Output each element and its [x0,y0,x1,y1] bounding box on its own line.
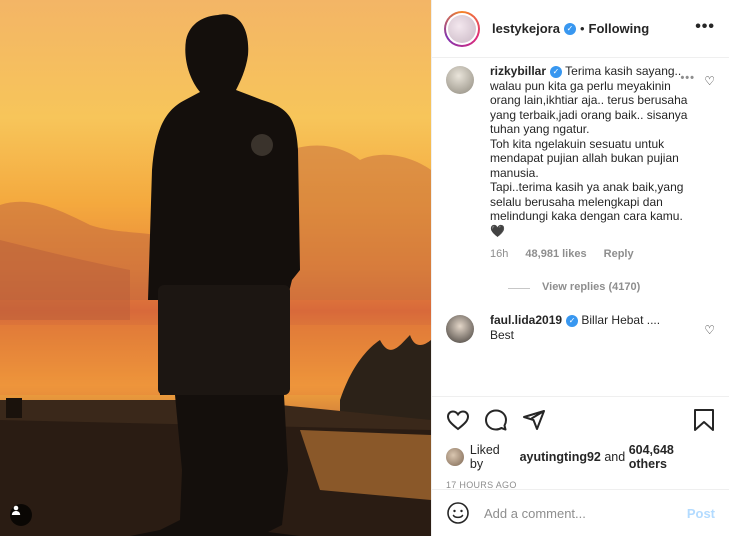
add-comment-bar: Post [432,489,729,536]
comment-options-icon[interactable]: ••• [680,72,695,84]
add-comment-input[interactable] [484,505,687,521]
comment-text: Terima kasih sayang.. walau pun kita ga … [490,64,688,238]
liked-by-label: Liked by [469,443,500,471]
comment-item: rizkybillar ✓ Terima kasih sayang.. walau… [446,64,715,238]
verified-badge-icon: ✓ [563,22,576,35]
share-send-icon[interactable] [522,408,546,432]
commenter-avatar[interactable] [446,315,474,343]
side-panel: lestykejora ✓ • Following ••• rizkybilla… [431,0,729,536]
likes-others-count[interactable]: 604,648 others [629,443,715,471]
photo-scene [0,14,431,536]
comment-body: faul.lida2019 ✓ Billar Hebat .... Best [490,313,690,343]
bookmark-save-icon[interactable] [693,408,715,432]
like-heart-icon[interactable] [446,408,470,432]
emoji-smile-icon[interactable] [446,501,470,525]
post-modal: lestykejora ✓ • Following ••• rizkybilla… [0,0,729,536]
separator-dot: • [579,21,585,36]
post-header: lestykejora ✓ • Following ••• [432,0,729,58]
commenter-username[interactable]: faul.lida2019 [490,313,562,327]
author-username[interactable]: lestykejora [492,21,560,36]
like-comment-heart-icon[interactable]: ♡ [704,323,715,337]
following-button[interactable]: Following [589,21,650,36]
liker-avatar[interactable] [446,448,464,466]
user-tag-button[interactable] [10,504,32,526]
person-icon [11,505,21,515]
verified-badge-icon: ✓ [566,314,579,327]
like-comment-heart-icon[interactable]: ♡ [704,74,715,88]
liker-username[interactable]: ayutingting92 [520,450,601,464]
comment-likes[interactable]: 48,981 likes [525,248,586,260]
view-replies-button[interactable]: View replies (4170) [508,281,715,293]
commenter-avatar[interactable] [446,66,474,94]
action-icons [446,407,715,433]
likes-and-label: and [604,450,626,464]
post-actions: Liked by ayutingting92 and 604,648 other… [432,396,729,490]
comments-list[interactable]: rizkybillar ✓ Terima kasih sayang.. walau… [432,58,729,396]
commenter-username[interactable]: rizkybillar [490,64,546,78]
post-comment-button[interactable]: Post [687,506,715,521]
comment-bubble-icon[interactable] [484,408,508,432]
comment-meta: 16h 48,981 likes Reply [490,248,715,260]
reply-button[interactable]: Reply [604,248,634,260]
comment-time[interactable]: 16h [490,248,508,260]
verified-badge-icon: ✓ [550,65,563,78]
author-avatar[interactable] [444,10,480,47]
more-options-icon[interactable]: ••• [695,18,715,36]
post-photo[interactable] [0,0,431,536]
view-replies-label: View replies (4170) [542,281,641,293]
comment-body: rizkybillar ✓ Terima kasih sayang.. walau… [490,64,690,238]
comment-item: faul.lida2019 ✓ Billar Hebat .... Best ♡ [446,313,715,343]
likes-summary: Liked by ayutingting92 and 604,648 other… [446,443,715,471]
